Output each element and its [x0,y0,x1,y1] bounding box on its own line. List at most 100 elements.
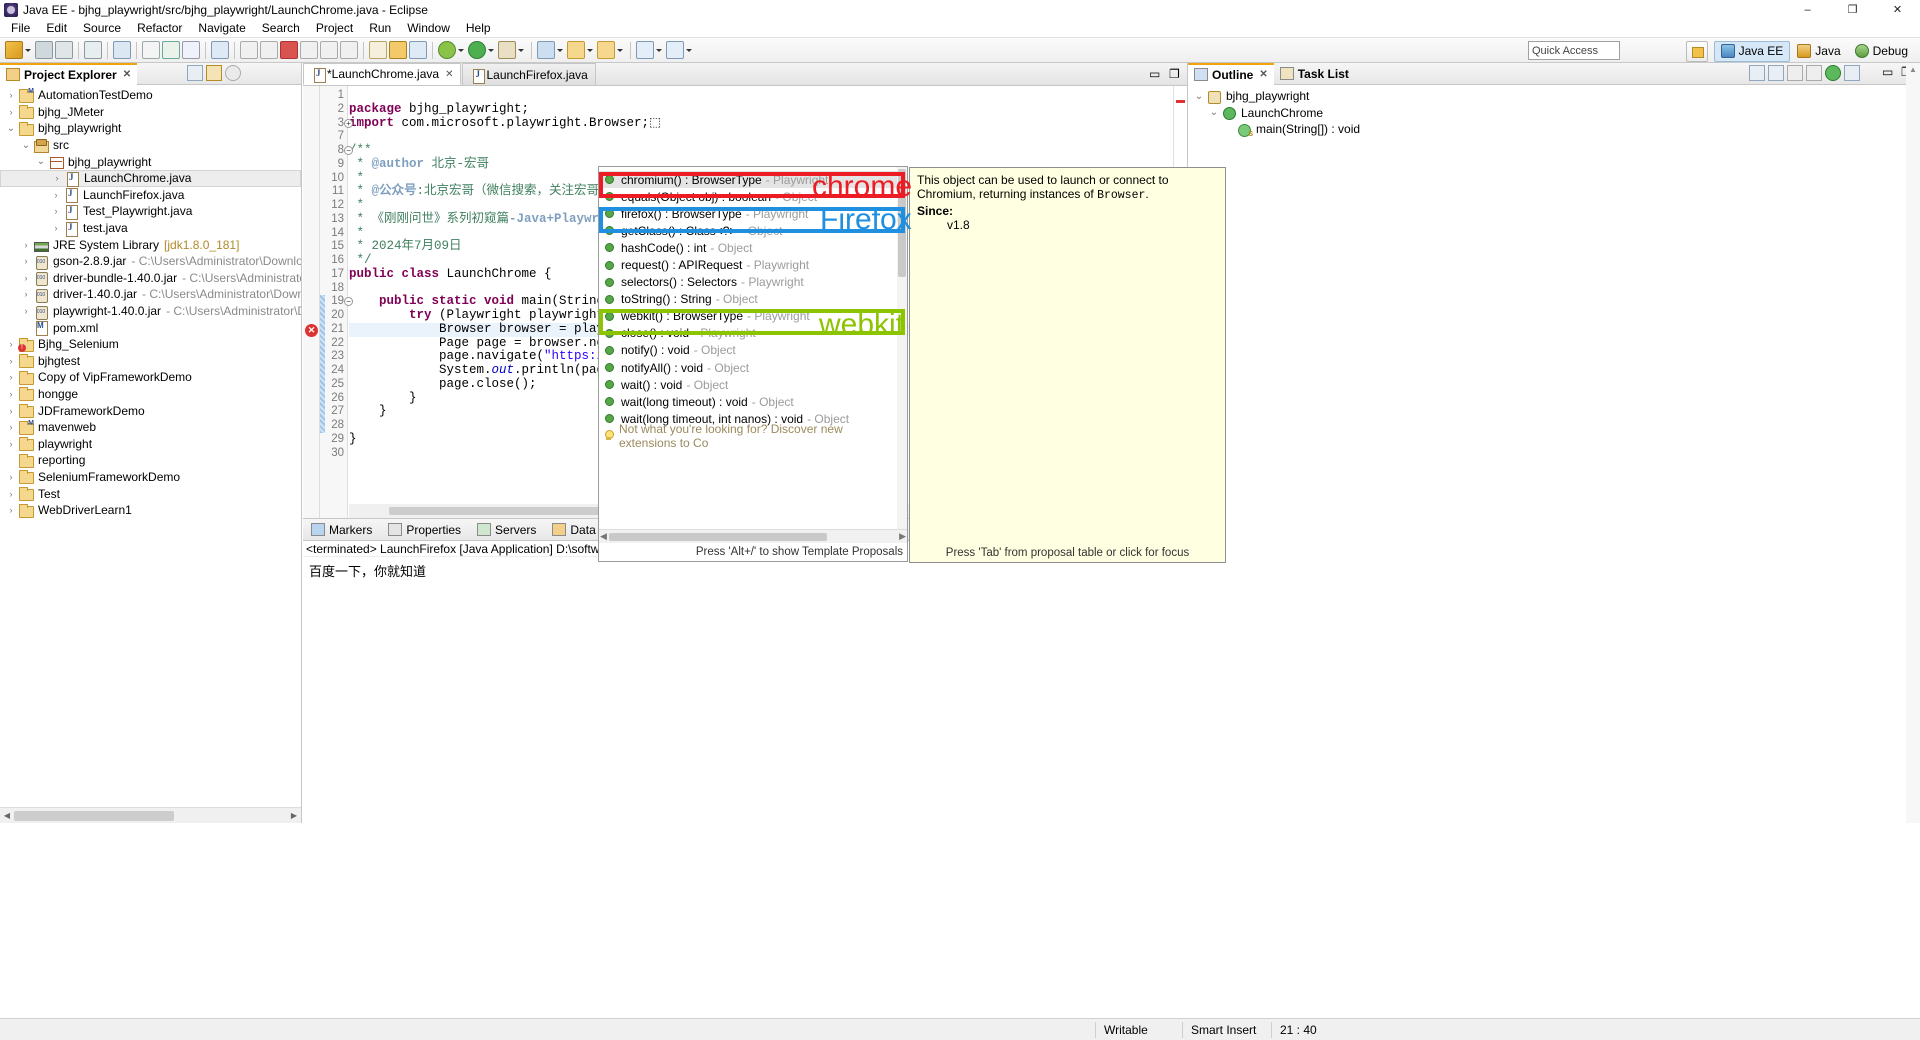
resume-icon[interactable] [320,41,338,59]
link-with-editor-icon[interactable] [206,65,222,81]
outline-tab-outline[interactable]: Outline ✕ [1188,62,1274,85]
tree-item-launchchrome-java[interactable]: › LaunchChrome.java [0,169,301,187]
expand-arrow-icon[interactable]: › [49,190,63,200]
collapse-arrow-icon[interactable]: ⌄ [1192,91,1206,102]
code-line[interactable]: package bjhg_playwright; [349,102,1173,117]
java-annotation-icon[interactable] [182,41,200,59]
focus-on-active-task-icon[interactable] [1749,65,1765,81]
tree-item-jdframeworkdemo[interactable]: › JDFrameworkDemo [0,402,301,419]
step-into-icon[interactable] [240,41,258,59]
collapse-all-icon[interactable] [187,65,203,81]
link-with-editor-icon[interactable] [1844,65,1860,81]
new-java-package-icon[interactable] [142,41,160,59]
tree-item-pom-xml[interactable]: pom.xml [0,319,301,337]
forward-dropdown-icon[interactable] [685,41,693,59]
code-line[interactable] [349,130,1173,144]
project-explorer-hscrollbar[interactable]: ◀ ▶ [0,807,301,823]
code-line[interactable]: /** [349,143,1173,158]
tree-item-jre-system-library[interactable]: › JRE System Library [jdk1.8.0_181] [0,236,301,253]
open-perspective-button[interactable] [1685,40,1708,62]
menu-refactor[interactable]: Refactor [129,20,190,36]
scroll-right-icon[interactable]: ▶ [899,531,906,542]
run-external-tools-icon[interactable] [498,41,516,59]
open-perspective-icon[interactable] [409,41,427,59]
tree-item-webdriverlearn1[interactable]: › WebDriverLearn1 [0,502,301,519]
maximize-panel-icon[interactable] [282,65,298,81]
proposal-item[interactable]: notifyAll() : void - Object [599,359,897,376]
scroll-right-icon[interactable]: ▶ [288,810,300,822]
terminate-icon[interactable] [280,41,298,59]
quick-access-input[interactable]: Quick Access [1528,41,1620,60]
coverage-icon[interactable] [537,41,555,59]
expand-arrow-icon[interactable]: › [19,256,33,266]
new-folder-dropdown-icon[interactable] [586,41,594,59]
discover-extensions-hint[interactable]: Not what you're looking for? Discover ne… [599,422,897,450]
tree-item-automationtestdemo[interactable]: › M AutomationTestDemo [0,87,301,104]
tree-item-bjhg-playwright[interactable]: ⌄ bjhg_playwright [0,120,301,137]
collapse-arrow-icon[interactable]: ⌄ [4,123,18,134]
editor-tab--launchchrome-java[interactable]: *LaunchChrome.java ✕ [303,63,462,85]
tree-item-bjhg-playwright[interactable]: ⌄ bjhg_playwright [0,153,301,170]
tree-item-driver-bundle-1-40-0-jar[interactable]: › driver-bundle-1.40.0.jar - C:\Users\Admi… [0,270,301,287]
menu-file[interactable]: File [3,20,38,36]
project-tree[interactable]: › M AutomationTestDemo › bjhg_JMeter ⌄ bjhg_pl… [0,85,301,803]
hide-fields-icon[interactable] [1787,65,1803,81]
menu-search[interactable]: Search [254,20,308,36]
expand-arrow-icon[interactable]: › [19,289,33,299]
proposal-item[interactable]: request() : APIRequest - Playwright [599,256,897,273]
proposal-item[interactable]: hashCode() : int - Object [599,239,897,256]
menu-navigate[interactable]: Navigate [190,20,253,36]
outline-vscrollbar[interactable]: ▲ [1906,63,1920,823]
new-file-dropdown-icon[interactable] [616,41,624,59]
tree-item-driver-1-40-0-jar[interactable]: › driver-1.40.0.jar - C:\Users\Administrat… [0,286,301,303]
tree-item-src[interactable]: ⌄ src [0,137,301,154]
back-dropdown-icon[interactable] [655,41,663,59]
perspective-java-ee[interactable]: Java EE [1713,40,1791,62]
menu-run[interactable]: Run [361,20,399,36]
open-type-icon[interactable] [113,41,131,59]
tree-item-copy-of-vipframeworkdemo[interactable]: › Copy of VipFrameworkDemo [0,369,301,386]
minimize-outline-icon[interactable]: ▭ [1882,65,1898,81]
tree-item-bjhgtest[interactable]: › bjhgtest [0,353,301,370]
minimize-editor-icon[interactable]: ▭ [1149,67,1163,81]
external-tools-dropdown-icon[interactable] [517,41,525,59]
fold-toggle-icon[interactable]: + [344,118,353,128]
tree-item-launchfirefox-java[interactable]: › LaunchFirefox.java [0,187,301,204]
expand-arrow-icon[interactable]: › [4,489,18,499]
expand-arrow-icon[interactable]: › [4,505,18,515]
new-wizard-dropdown-icon[interactable] [24,41,32,59]
expand-arrow-icon[interactable]: › [4,372,18,382]
format-icon[interactable] [389,41,407,59]
scroll-thumb[interactable] [609,533,827,541]
console-tab-markers[interactable]: Markers [303,519,380,541]
expand-arrow-icon[interactable]: › [4,422,18,432]
coverage-dropdown-icon[interactable] [556,41,564,59]
outline-tree[interactable]: ⌄ bjhg_playwright ⌄ LaunchChrome Smain(Strin… [1188,85,1920,138]
proposal-hscrollbar[interactable]: ◀ ▶ [599,529,907,543]
search-icon[interactable] [211,41,229,59]
save-icon[interactable] [35,41,53,59]
view-dropdown-icon[interactable] [244,65,260,81]
menu-source[interactable]: Source [75,20,129,36]
expand-arrow-icon[interactable]: › [4,439,18,449]
expand-arrow-icon[interactable]: › [50,173,64,183]
scroll-up-icon[interactable]: ▲ [1908,65,1918,79]
expand-arrow-icon[interactable]: › [49,206,63,216]
menu-help[interactable]: Help [458,20,499,36]
menu-edit[interactable]: Edit [38,20,75,36]
error-marker-icon[interactable]: ✕ [305,323,318,337]
tree-item-playwright[interactable]: › playwright [0,435,301,452]
expand-arrow-icon[interactable]: › [19,273,33,283]
outline-view-menu-icon[interactable] [1863,65,1879,81]
new-wizard-icon[interactable] [5,41,23,59]
proposal-item[interactable]: wait() : void - Object [599,376,897,393]
expand-arrow-icon[interactable]: › [4,90,18,100]
close-button[interactable]: ✕ [1875,0,1920,19]
marker-column[interactable] [303,86,320,518]
expand-arrow-icon[interactable]: › [19,240,33,250]
tree-item-gson-2-8-9-jar[interactable]: › gson-2.8.9.jar - C:\Users\Administrator\… [0,253,301,270]
scroll-thumb[interactable] [14,811,174,821]
proposal-item[interactable]: wait(long timeout) : void - Object [599,393,897,410]
minimize-button[interactable]: – [1785,0,1830,19]
debug-dropdown-icon[interactable] [457,41,465,59]
